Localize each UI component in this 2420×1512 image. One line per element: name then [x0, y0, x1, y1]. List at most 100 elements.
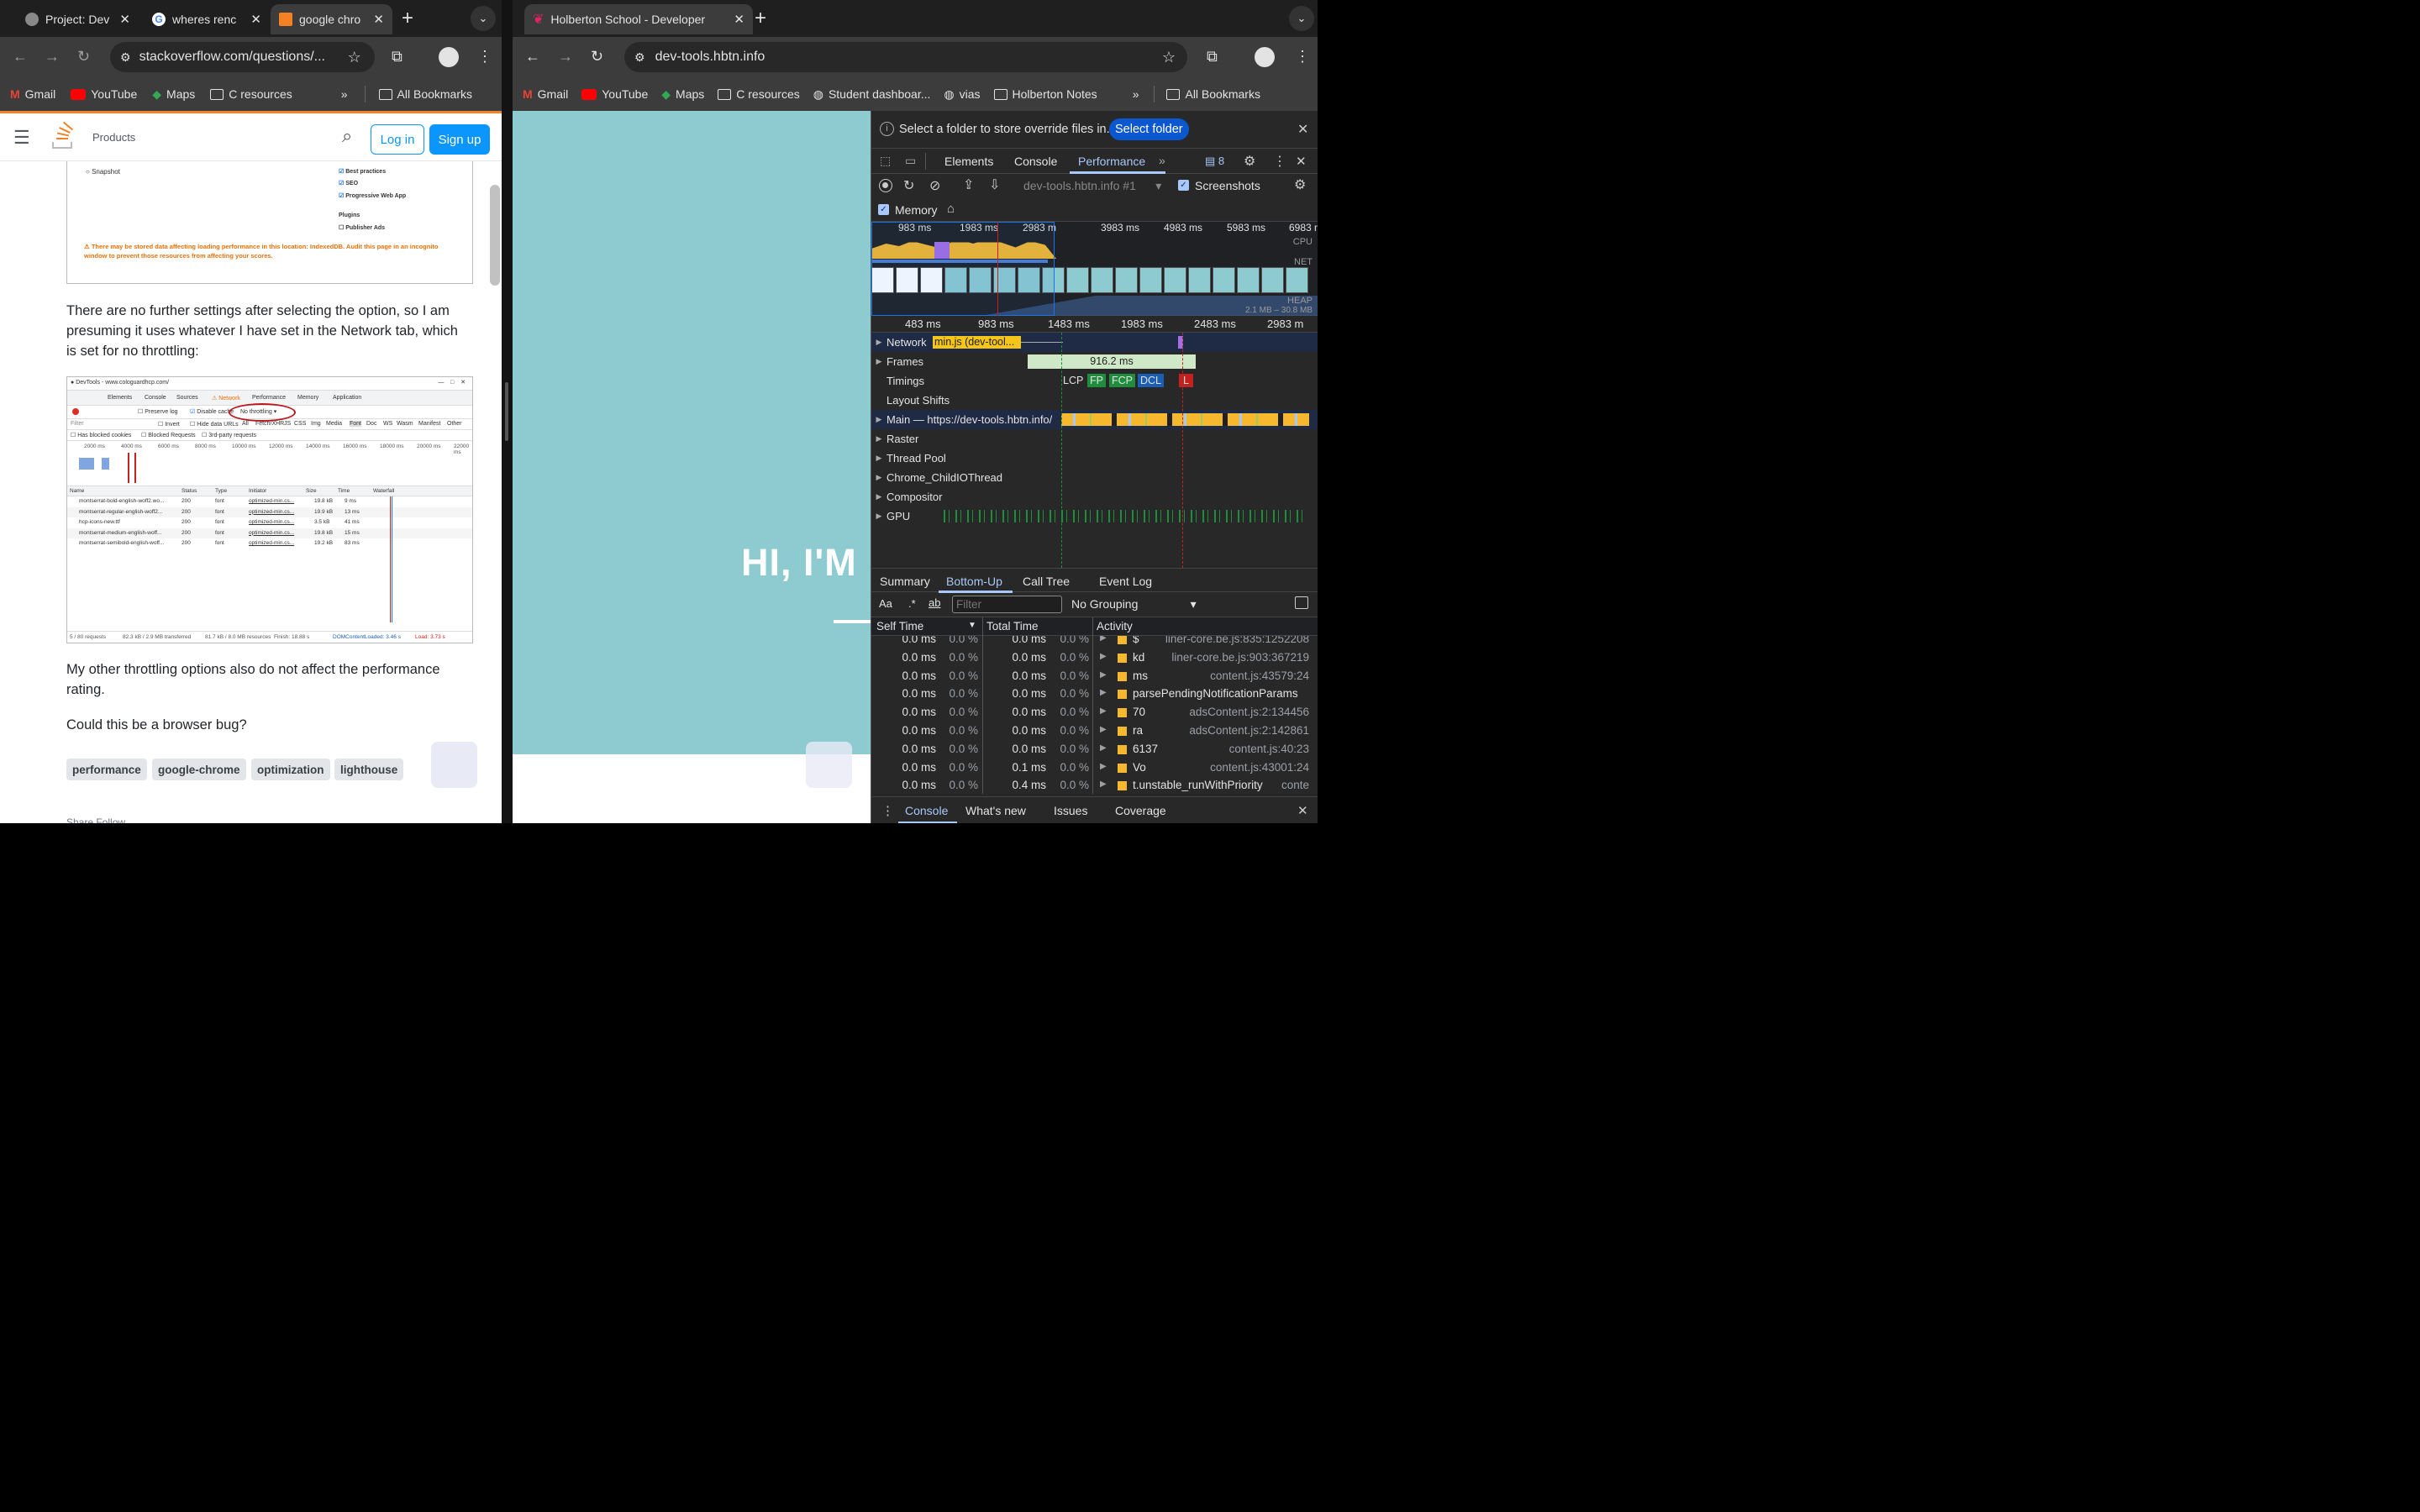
expand-icon[interactable]: ▶ [1100, 706, 1107, 716]
bookmark-youtube[interactable]: YouTube [71, 87, 137, 101]
tab-holberton[interactable]: ❦ Holberton School - Developer ✕ [524, 4, 754, 35]
bookmark-c-resources[interactable]: C resources [210, 87, 292, 101]
bottom-up-row[interactable]: 0.0 ms 0.0 % 0.0 ms 0.0 % ▶ $ liner-core.be.js… [871, 636, 1318, 648]
new-tab-icon[interactable]: + [402, 7, 413, 30]
menu-kebab-icon[interactable]: ⋮ [477, 48, 492, 66]
bookmark-c-resources[interactable]: C resources [718, 87, 800, 101]
reload-record-icon[interactable]: ↻ [903, 177, 914, 194]
hamburger-icon[interactable]: ☰ [13, 127, 30, 149]
expand-icon[interactable]: ▶ [871, 512, 886, 521]
filter-input[interactable] [952, 596, 1063, 614]
child-io-track[interactable]: ▶ Chrome_ChildIOThread [871, 468, 1318, 487]
bookmark-holberton-notes[interactable]: Holberton Notes [993, 87, 1097, 101]
fp-marker[interactable]: FP [1087, 374, 1106, 388]
raster-track[interactable]: ▶ Raster [871, 429, 1318, 449]
device-toolbar-icon[interactable]: ▭ [905, 154, 916, 168]
profile-select[interactable]: dev-tools.hbtn.info #1 ▾ [1023, 179, 1161, 193]
source-location[interactable]: content.js:40:23 [1229, 743, 1309, 755]
expand-icon[interactable]: ▶ [871, 454, 886, 463]
login-button[interactable]: Log in [371, 124, 425, 155]
bookmark-youtube[interactable]: YouTube [581, 87, 648, 101]
sidebar-toggle-icon[interactable] [1295, 596, 1309, 609]
extensions-icon[interactable]: ⧉ [392, 48, 402, 66]
close-icon[interactable]: ✕ [1297, 121, 1308, 138]
drawer-tab-coverage[interactable]: Coverage [1115, 804, 1166, 817]
source-location[interactable]: adsContent.js:2:134456 [1189, 706, 1309, 718]
capture-settings-icon[interactable]: ⚙ [1294, 176, 1306, 193]
grouping-select[interactable]: No Grouping ▾ [1071, 597, 1197, 612]
tag-google-chrome[interactable]: google-chrome [152, 759, 246, 781]
close-icon[interactable]: ✕ [734, 12, 744, 27]
col-self-time[interactable]: Self Time [876, 620, 923, 633]
settings-gear-icon[interactable]: ⚙ [1244, 153, 1255, 170]
tag-optimization[interactable]: optimization [251, 759, 330, 781]
source-location[interactable]: conte [1281, 779, 1309, 791]
expand-icon[interactable]: ▶ [1100, 670, 1107, 680]
expand-icon[interactable]: ▶ [871, 492, 886, 501]
forward-icon[interactable]: → [45, 48, 60, 66]
match-case-icon[interactable]: Aa [879, 597, 892, 610]
tab-search-icon[interactable]: ⌄ [471, 6, 497, 32]
selection-window[interactable] [871, 222, 1055, 317]
all-bookmarks[interactable]: All Bookmarks [378, 87, 472, 101]
inspect-element-icon[interactable]: ⬚ [880, 154, 891, 168]
extensions-icon[interactable]: ⧉ [1207, 48, 1218, 66]
tag-lighthouse[interactable]: lighthouse [334, 759, 404, 781]
load-marker-label[interactable]: L [1179, 374, 1193, 388]
back-icon[interactable]: ← [525, 48, 540, 66]
select-folder-button[interactable]: Select folder [1109, 118, 1189, 141]
tab-google-search[interactable]: G wheres renc ✕ [144, 4, 270, 34]
floating-ai-widget-icon[interactable] [806, 742, 853, 789]
profile-avatar[interactable] [439, 47, 460, 67]
bookmark-star-icon[interactable]: ☆ [348, 49, 361, 66]
close-drawer-icon[interactable]: ✕ [1297, 803, 1308, 818]
tab-summary[interactable]: Summary [880, 575, 930, 588]
all-bookmarks[interactable]: All Bookmarks [1166, 87, 1260, 101]
window-divider[interactable] [502, 0, 513, 824]
close-icon[interactable]: ✕ [373, 12, 384, 27]
more-tabs-icon[interactable]: » [1159, 154, 1165, 167]
drawer-menu-icon[interactable]: ⋮ [881, 803, 894, 818]
record-button-icon[interactable] [879, 179, 893, 193]
drawer-tab-whats-new[interactable]: What's new [965, 804, 1026, 817]
address-bar[interactable]: ⚙ stackoverflow.com/questions/... ☆ [110, 42, 376, 73]
tab-elements[interactable]: Elements [944, 155, 993, 168]
address-bar[interactable]: ⚙ dev-tools.hbtn.info ☆ [624, 42, 1188, 73]
col-activity[interactable]: Activity [1097, 620, 1133, 633]
expand-icon[interactable]: ▶ [1100, 725, 1107, 734]
garbage-collect-icon[interactable]: ⌂ [947, 202, 955, 216]
bookmark-maps[interactable]: ◆ Maps [152, 87, 195, 102]
timeline-overview[interactable]: 983 ms 1983 ms 2983 m 3983 ms 4983 ms 5983 ms… [871, 222, 1318, 317]
tag-performance[interactable]: performance [66, 759, 147, 781]
more-bookmarks-icon[interactable]: » [341, 87, 348, 101]
fcp-marker[interactable]: FCP [1109, 374, 1136, 388]
nav-products[interactable]: Products [92, 131, 135, 144]
expand-icon[interactable]: ▶ [1100, 780, 1107, 789]
close-devtools-icon[interactable]: ✕ [1296, 154, 1307, 169]
more-bookmarks-icon[interactable]: » [1133, 87, 1139, 101]
timings-track[interactable]: Timings LCP FP FCP DCL L [871, 371, 1318, 391]
tab-search-icon[interactable]: ⌄ [1289, 6, 1315, 32]
clear-icon[interactable]: ⊘ [929, 177, 940, 194]
frames-track[interactable]: ▶ Frames 916.2 ms [871, 352, 1318, 371]
source-location[interactable]: liner-core.be.js:835:1252208 [1165, 636, 1309, 645]
memory-checkbox[interactable]: ✓ [878, 204, 890, 216]
source-location[interactable]: adsContent.js:2:142861 [1189, 724, 1309, 737]
thread-pool-track[interactable]: ▶ Thread Pool [871, 449, 1318, 468]
compositor-track[interactable]: ▶ Compositor [871, 487, 1318, 507]
site-info-icon[interactable]: ⚙ [634, 50, 645, 65]
source-location[interactable]: content.js:43579:24 [1210, 669, 1309, 682]
back-icon[interactable]: ← [13, 48, 28, 66]
drawer-tab-console[interactable]: Console [905, 804, 948, 817]
gpu-track[interactable]: ▶ GPU [871, 507, 1318, 526]
profile-avatar[interactable] [1255, 47, 1276, 67]
tab-project[interactable]: Project: Dev ✕ [17, 4, 139, 34]
scrollbar-thumb[interactable] [490, 185, 501, 286]
tab-event-log[interactable]: Event Log [1099, 575, 1152, 588]
whole-word-icon[interactable]: ab [929, 596, 940, 609]
download-icon[interactable]: ⇩ [989, 176, 1000, 193]
expand-icon[interactable]: ▶ [871, 473, 886, 482]
reload-icon[interactable]: ↻ [77, 48, 90, 66]
customize-kebab-icon[interactable]: ⋮ [1273, 153, 1286, 170]
expand-icon[interactable]: ▶ [871, 357, 886, 366]
